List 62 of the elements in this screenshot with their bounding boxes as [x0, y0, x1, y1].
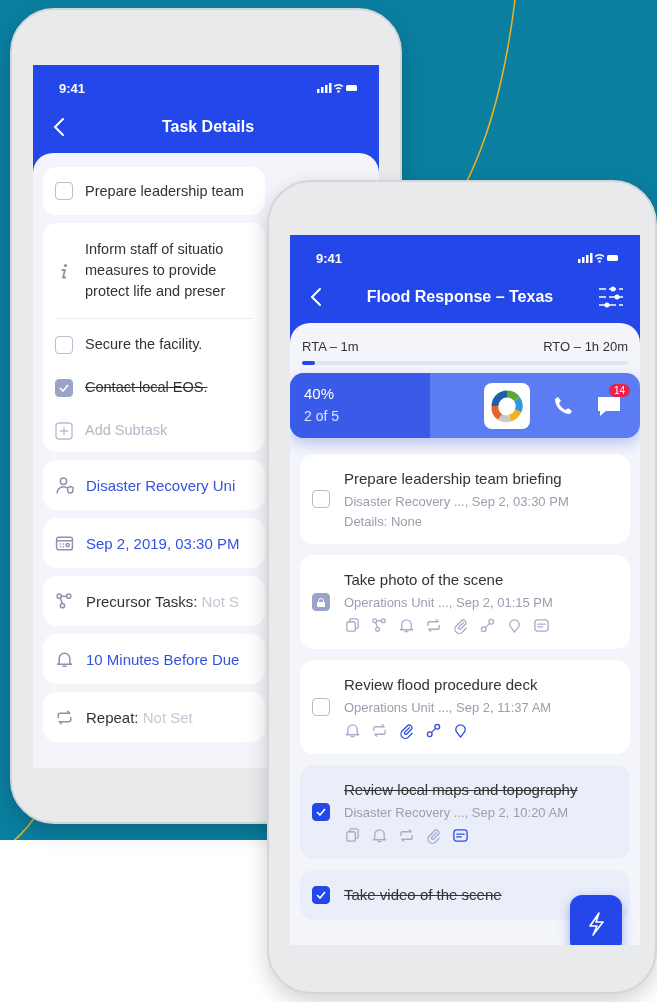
field-value: Sep 2, 2019, 03:30 PM	[86, 534, 240, 552]
checkmark-icon	[316, 891, 326, 899]
task-meta: Disaster Recovery ..., Sep 2, 10:20 AM	[344, 805, 569, 820]
rta-label: RTA – 1m	[302, 339, 359, 354]
back-icon[interactable]	[310, 287, 322, 307]
task-card[interactable]: Review local maps and topography Disaster Recovery ..., Sep 2, 10:20 AM	[300, 765, 630, 859]
back-icon[interactable]	[53, 117, 65, 137]
field-text: Repeat: Not Set	[86, 708, 193, 726]
bell-icon	[55, 649, 74, 669]
checkmark-icon	[59, 383, 69, 392]
rto-label: RTO – 1h 20m	[543, 339, 628, 354]
task-card[interactable]: Review flood procedure deck Operations Unit ..., Sep 2, 11:37 AM	[300, 660, 630, 754]
task-card[interactable]: Take photo of the scene Operations Unit ..., Sep 2, 01:15 PM	[300, 555, 630, 649]
checkbox[interactable]	[312, 698, 330, 716]
subtask-text: Contact local EOS.	[85, 378, 208, 397]
task-title: Take video of the scene	[344, 885, 502, 905]
checkbox[interactable]	[55, 378, 73, 397]
task-meta: Operations Unit ..., Sep 2, 01:15 PM	[344, 595, 553, 610]
progress-percent: 40%	[304, 385, 336, 402]
lock-icon	[312, 593, 330, 611]
app-logo-icon[interactable]	[484, 382, 530, 429]
field-value: Disaster Recovery Uni	[86, 476, 236, 494]
repeat-icon	[55, 707, 74, 727]
checkbox[interactable]	[312, 886, 330, 904]
checkbox[interactable]	[55, 182, 73, 200]
quick-action-button[interactable]	[570, 895, 622, 945]
task-title: Take photo of the scene	[344, 570, 505, 590]
phone-icon[interactable]	[552, 394, 574, 417]
detail-field[interactable]: Precursor Tasks: Not S	[43, 576, 265, 626]
screen-title: Flood Response – Texas	[365, 288, 555, 306]
screen-title: Task Details	[160, 118, 256, 136]
task-meta: Disaster Recovery ..., Sep 2, 03:30 PM	[344, 494, 569, 509]
task-title: Prepare leadership team briefing	[344, 469, 563, 489]
subtask-text: Prepare leadership team	[85, 181, 244, 201]
status-icons	[317, 82, 357, 94]
task-title: Review local maps and topography	[344, 780, 578, 800]
task-title: Review flood procedure deck	[344, 675, 539, 695]
filter-icon[interactable]	[598, 286, 624, 308]
detail-field[interactable]: Repeat: Not Set	[43, 692, 265, 742]
checkbox[interactable]	[312, 490, 330, 508]
task-card[interactable]: Prepare leadership team briefing Disaster Recovery ..., Sep 2, 03:30 PM Details: None	[300, 454, 630, 544]
status-icons	[578, 252, 618, 264]
calendar-icon	[55, 533, 74, 553]
branch-icon	[55, 591, 74, 611]
field-text: Precursor Tasks: Not S	[86, 592, 240, 610]
checkbox[interactable]	[55, 335, 73, 354]
task-meta: Operations Unit ..., Sep 2, 11:37 AM	[344, 700, 552, 715]
field-value: 10 Minutes Before Due	[86, 650, 240, 668]
checkbox[interactable]	[312, 803, 330, 821]
task-card[interactable]: Take video of the scene	[300, 870, 630, 920]
subtask-text: Secure the facility.	[85, 335, 203, 354]
checkmark-icon	[316, 808, 326, 816]
status-time: 9:41	[316, 250, 343, 266]
progress-count: 2 of 5	[304, 408, 341, 424]
notification-badge: 14	[608, 383, 630, 397]
info-text: Inform staff of situatio measures to provide protect life and preser	[85, 240, 226, 301]
person-icon	[55, 475, 74, 495]
detail-field[interactable]: 10 Minutes Before Due	[43, 634, 265, 684]
detail-field[interactable]: Sep 2, 2019, 03:30 PM	[43, 518, 265, 568]
status-time: 9:41	[59, 80, 86, 96]
detail-field[interactable]: Disaster Recovery Uni	[43, 460, 265, 510]
task-details: Details: None	[344, 514, 424, 529]
